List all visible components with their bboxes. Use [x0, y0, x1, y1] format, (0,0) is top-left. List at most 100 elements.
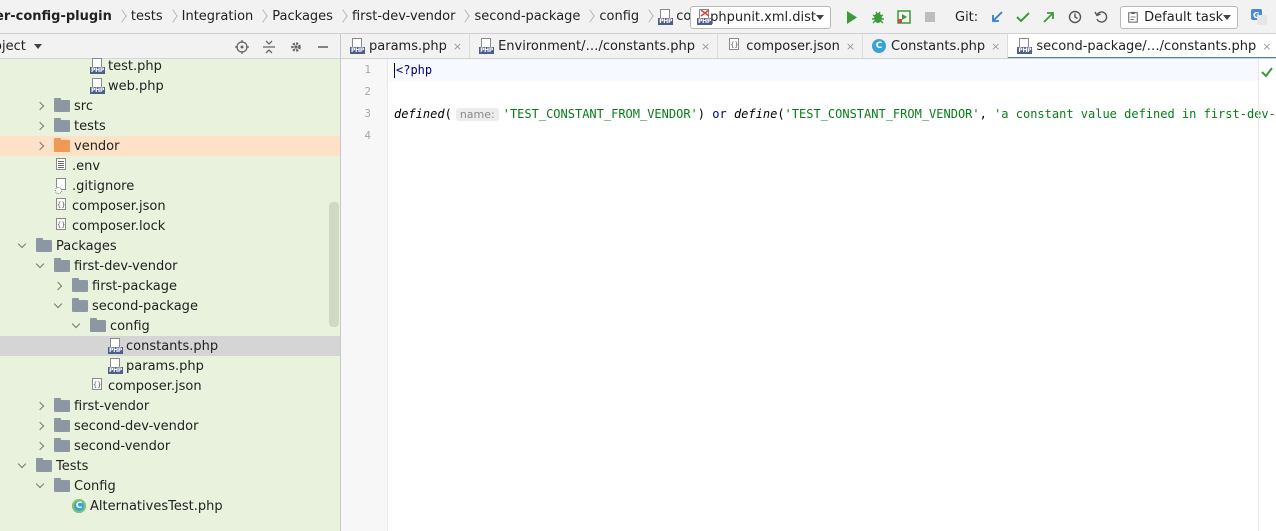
- tree-item-label: src: [74, 98, 93, 114]
- tree-item-label: .gitignore: [72, 178, 135, 194]
- tree-file-item[interactable]: .gitignore: [0, 176, 340, 196]
- project-tree-scrollbar[interactable]: [329, 202, 339, 327]
- tree-folder-item[interactable]: first-package: [0, 276, 340, 296]
- chevron-right-icon[interactable]: [36, 436, 46, 456]
- close-tab-icon[interactable]: ×: [701, 40, 710, 53]
- breadcrumb: er-config-plugin tests Integration Packages…: [0, 0, 768, 33]
- chevron-right-icon[interactable]: [36, 116, 46, 136]
- folder-icon: [72, 298, 88, 312]
- tree-folder-item[interactable]: config: [0, 316, 340, 336]
- debug-button[interactable]: [867, 6, 889, 28]
- tree-folder-item[interactable]: Config: [0, 476, 340, 496]
- chevron-right-icon[interactable]: [36, 96, 46, 116]
- breadcrumb-separator-icon: [586, 9, 593, 25]
- run-configuration-select[interactable]: PHP phpunit.xml.dist: [690, 5, 831, 29]
- project-view-label: oject: [0, 38, 26, 54]
- tree-folder-item[interactable]: Tests: [0, 456, 340, 476]
- line-number: 3: [364, 107, 371, 120]
- close-tab-icon[interactable]: ×: [453, 40, 462, 53]
- chevron-right-icon[interactable]: [36, 396, 46, 416]
- tree-folder-item[interactable]: second-dev-vendor: [0, 416, 340, 436]
- tree-item-label: second-vendor: [74, 438, 171, 454]
- tree-folder-item[interactable]: second-vendor: [0, 436, 340, 456]
- rollback-button[interactable]: [1090, 6, 1112, 28]
- run-with-coverage-button[interactable]: [893, 6, 915, 28]
- editor-tab[interactable]: {} composer.json ×: [718, 34, 864, 58]
- chevron-down-icon[interactable]: [18, 456, 28, 476]
- tree-file-item[interactable]: PHP web.php: [0, 76, 340, 96]
- tree-folder-item[interactable]: first-dev-vendor: [0, 256, 340, 276]
- hide-panel-button[interactable]: [312, 37, 334, 57]
- folder-icon: [54, 258, 70, 272]
- settings-button[interactable]: [285, 37, 307, 57]
- tree-folder-item[interactable]: Packages: [0, 236, 340, 256]
- editor-tab[interactable]: PHP second-package/…/constants.php ×: [1008, 34, 1276, 58]
- folder-icon: [54, 118, 70, 132]
- chevron-right-icon[interactable]: [36, 136, 46, 156]
- breadcrumb-item[interactable]: first-dev-vendor: [346, 0, 469, 33]
- close-tab-icon[interactable]: ×: [991, 40, 1000, 53]
- task-select-label: Default task: [1144, 9, 1224, 25]
- chevron-right-icon[interactable]: [54, 276, 64, 296]
- project-tool-window: oject PHPtest.phpPHPweb.php src testsvendo…: [0, 34, 341, 531]
- tree-file-item[interactable]: C AlternativesTest.php: [0, 496, 340, 516]
- chevron-down-icon[interactable]: [18, 236, 28, 256]
- chevron-down-icon[interactable]: [54, 296, 64, 316]
- breadcrumb-item[interactable]: er-config-plugin: [0, 0, 125, 33]
- breadcrumb-item[interactable]: second-package: [468, 0, 593, 33]
- tree-folder-item[interactable]: tests: [0, 116, 340, 136]
- stop-icon: [925, 12, 935, 22]
- tree-file-item[interactable]: PHP params.php: [0, 356, 340, 376]
- editor-tab[interactable]: C Constants.php ×: [863, 34, 1009, 58]
- tree-folder-item[interactable]: second-package: [0, 296, 340, 316]
- git-push-button[interactable]: [1038, 6, 1060, 28]
- run-button[interactable]: [841, 6, 863, 28]
- translate-button[interactable]: G: [1248, 6, 1270, 28]
- function-call-define: define: [733, 107, 778, 121]
- git-commit-button[interactable]: [1012, 6, 1034, 28]
- history-button[interactable]: [1064, 6, 1086, 28]
- folder-icon: [54, 398, 70, 412]
- breadcrumb-separator-icon: [461, 9, 468, 25]
- json-file-icon: {}: [90, 378, 104, 394]
- tree-file-item[interactable]: {} composer.json: [0, 196, 340, 216]
- tree-file-item[interactable]: .env: [0, 156, 340, 176]
- tree-file-item[interactable]: {} composer.lock: [0, 216, 340, 236]
- breadcrumb-item[interactable]: tests: [125, 0, 176, 33]
- chevron-down-icon[interactable]: [36, 476, 46, 496]
- class-icon: C: [872, 39, 887, 53]
- breadcrumb-item[interactable]: Packages: [266, 0, 346, 33]
- folder-icon: [90, 318, 106, 332]
- breadcrumb-label: tests: [130, 9, 163, 24]
- tree-file-item[interactable]: {} composer.json: [0, 376, 340, 396]
- parameter-hint: name:: [455, 108, 499, 121]
- minimize-icon: [318, 45, 328, 48]
- editor-tab[interactable]: PHP params.php ×: [341, 34, 471, 58]
- close-tab-icon[interactable]: ×: [846, 40, 855, 53]
- task-select[interactable]: Default task: [1120, 5, 1239, 29]
- editor-tab[interactable]: PHP Environment/…/constants.php ×: [470, 34, 719, 58]
- code-editor[interactable]: 1 2 3 4 <?php defined(name: 'TEST_CONSTAN…: [341, 59, 1276, 531]
- tree-file-item[interactable]: PHP constants.php: [0, 336, 340, 356]
- chevron-down-icon[interactable]: [72, 316, 82, 336]
- chevron-down-icon[interactable]: [36, 256, 46, 276]
- breadcrumb-item[interactable]: Integration: [176, 0, 267, 33]
- tree-item-label: constants.php: [126, 338, 219, 354]
- tree-file-item[interactable]: PHP test.php: [0, 56, 340, 76]
- tree-folder-item[interactable]: src: [0, 96, 340, 116]
- locate-file-button[interactable]: [231, 37, 253, 57]
- run-icon: [847, 10, 857, 24]
- tree-folder-item[interactable]: first-vendor: [0, 396, 340, 416]
- git-update-button[interactable]: [986, 6, 1008, 28]
- stop-button[interactable]: [919, 6, 941, 28]
- tree-folder-item[interactable]: vendor: [0, 136, 340, 156]
- rollback-icon: [1094, 11, 1108, 23]
- chevron-down-icon: [816, 14, 824, 20]
- line-number: 1: [364, 63, 371, 76]
- project-view-select[interactable]: oject: [0, 39, 42, 54]
- chevron-right-icon[interactable]: [36, 416, 46, 436]
- collapse-all-button[interactable]: [258, 37, 280, 57]
- close-tab-icon[interactable]: ×: [1262, 40, 1271, 53]
- breadcrumb-separator-icon: [169, 9, 176, 25]
- breadcrumb-item[interactable]: config: [593, 0, 652, 33]
